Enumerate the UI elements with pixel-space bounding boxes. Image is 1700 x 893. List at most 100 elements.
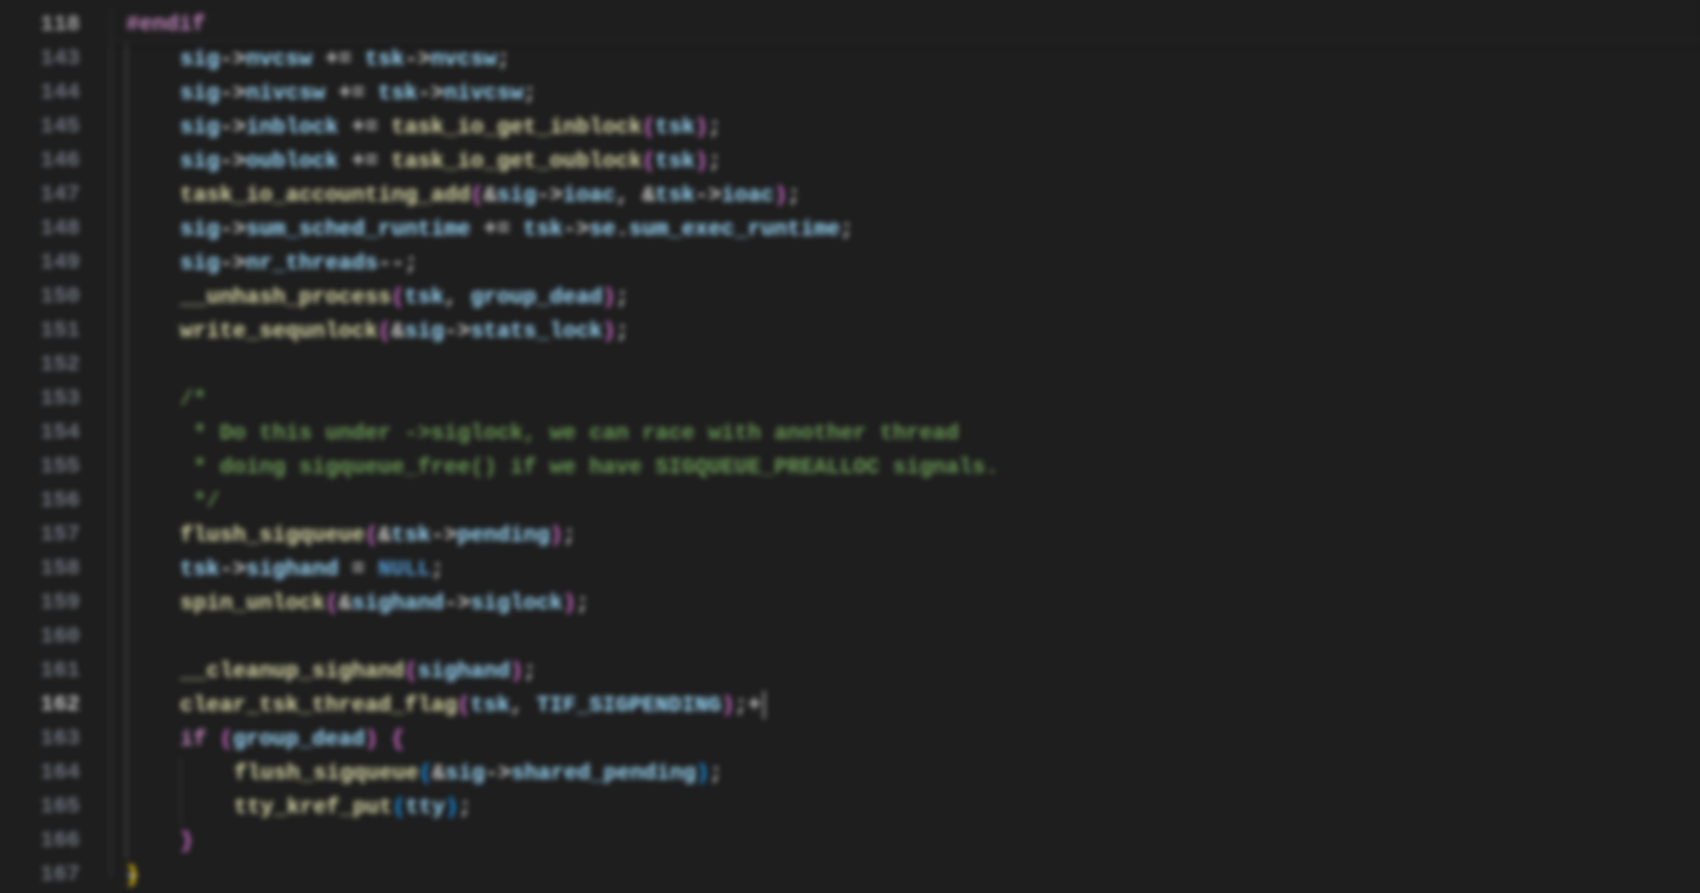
token-op: -> xyxy=(444,319,470,344)
token-op: -> xyxy=(220,81,246,106)
line-number: 149 xyxy=(0,246,80,280)
token-var: nvcsw xyxy=(431,47,497,72)
sticky-line: #endif xyxy=(126,8,1700,42)
token-var: sig xyxy=(180,251,220,276)
code-line[interactable]: sig->nivcsw += tsk->nivcsw; xyxy=(126,77,1700,111)
token-keyword: if xyxy=(180,727,206,752)
token-var: inblock xyxy=(246,115,338,140)
code-line[interactable]: } xyxy=(126,825,1700,859)
line-number: 151 xyxy=(0,314,80,348)
token-var: sig xyxy=(445,761,485,786)
token-punc: ; xyxy=(458,795,471,820)
token-op: += xyxy=(312,47,365,72)
token-op: -> xyxy=(220,251,246,276)
token-bracket2: ) xyxy=(550,523,563,548)
code-line[interactable]: sig->nvcsw += tsk->nvcsw; xyxy=(126,43,1700,77)
code-editor[interactable]: 118 143144145146147148149150151152153154… xyxy=(0,0,1700,878)
code-line[interactable]: spin_unlock(&sighand->siglock); xyxy=(126,587,1700,621)
token-var: siglock xyxy=(470,591,562,616)
token-bracket2: { xyxy=(391,727,404,752)
code-area[interactable]: #endif sig->nvcsw += tsk->nvcsw;sig->niv… xyxy=(110,8,1700,878)
token-bracket2: ( xyxy=(220,727,233,752)
line-number: 166 xyxy=(0,824,80,858)
token-var: se xyxy=(589,217,615,242)
code-line[interactable]: flush_sigqueue(&tsk->pending); xyxy=(126,519,1700,553)
line-number: 144 xyxy=(0,76,80,110)
token-punc: ; xyxy=(523,81,536,106)
sticky-scroll-header[interactable]: #endif xyxy=(112,8,1700,43)
token-op: -> xyxy=(220,557,246,582)
fold-chevron-icon[interactable]: ⌄ xyxy=(124,857,139,891)
code-line[interactable]: __cleanup_sighand(sighand); xyxy=(126,655,1700,689)
token-op: += xyxy=(325,81,378,106)
token-punc: . xyxy=(616,217,629,242)
token-punc: ;+ xyxy=(735,693,761,718)
token-func: spin_unlock xyxy=(180,591,325,616)
token-var: sig xyxy=(404,319,444,344)
token-func: flush_sigqueue xyxy=(180,523,365,548)
token-var: tsk xyxy=(365,47,405,72)
token-bracket2: ) xyxy=(563,591,576,616)
token-bracket2: ( xyxy=(642,115,655,140)
line-number: 159 xyxy=(0,586,80,620)
token-bracket2: ) xyxy=(695,115,708,140)
token-op: -> xyxy=(695,183,721,208)
code-line[interactable]: __unhash_process(tsk, group_dead); xyxy=(126,281,1700,315)
token-var: sig xyxy=(180,81,220,106)
token-var: tsk xyxy=(523,217,563,242)
line-number: 147 xyxy=(0,178,80,212)
code-line[interactable]: if (group_dead) { xyxy=(126,723,1700,757)
token-func: write_sequnlock xyxy=(180,319,378,344)
code-line[interactable]: * doing sigqueue_free() if we have SIGQU… xyxy=(126,451,1700,485)
line-number: 145 xyxy=(0,110,80,144)
token-punc: ; xyxy=(497,47,510,72)
token-var: tsk xyxy=(404,285,444,310)
token-punc: , xyxy=(510,693,536,718)
code-line[interactable]: */ xyxy=(126,485,1700,519)
token-var: sig xyxy=(180,217,220,242)
line-number: 150 xyxy=(0,280,80,314)
token-op: += xyxy=(470,217,523,242)
token-op: -> xyxy=(220,47,246,72)
token-func: clear_tsk_thread_flag xyxy=(180,693,457,718)
token-punc: ; xyxy=(840,217,853,242)
code-line[interactable]: tsk->sighand = NULL; xyxy=(126,553,1700,587)
code-line[interactable]: sig->nr_threads--; xyxy=(126,247,1700,281)
token-punc: ; xyxy=(616,319,629,344)
token-op: & xyxy=(484,183,497,208)
code-line[interactable]: flush_sigqueue(&sig->shared_pending); xyxy=(126,757,1700,791)
token-func: task_io_get_oublock xyxy=(391,149,642,174)
code-line[interactable]: sig->sum_sched_runtime += tsk->se.sum_ex… xyxy=(126,213,1700,247)
token-bracket2: ) xyxy=(695,149,708,174)
code-line[interactable]: sig->inblock += task_io_get_inblock(tsk)… xyxy=(126,111,1700,145)
token-op: & xyxy=(378,523,391,548)
code-line[interactable]: sig->oublock += task_io_get_oublock(tsk)… xyxy=(126,145,1700,179)
token-bracket2: ) xyxy=(510,659,523,684)
token-var: sighand xyxy=(246,557,338,582)
code-line[interactable]: clear_tsk_thread_flag(tsk, TIF_SIGPENDIN… xyxy=(126,689,1700,723)
token-op: -> xyxy=(431,523,457,548)
code-line[interactable]: tty_kref_put(tty); xyxy=(126,791,1700,825)
code-line[interactable]: }⌄ xyxy=(126,859,1700,893)
token-bracket2: ( xyxy=(470,183,483,208)
token-var: sighand xyxy=(352,591,444,616)
code-line[interactable]: * Do this under ->siglock, we can race w… xyxy=(126,417,1700,451)
token-func: flush_sigqueue xyxy=(234,761,419,786)
line-number: 157 xyxy=(0,518,80,552)
token-bracket2: ) xyxy=(602,285,615,310)
line-number: 148 xyxy=(0,212,80,246)
code-line[interactable]: task_io_accounting_add(&sig->ioac, &tsk-… xyxy=(126,179,1700,213)
token-var: sig xyxy=(180,47,220,72)
token-var: shared_pending xyxy=(511,761,696,786)
line-number: 160 xyxy=(0,620,80,654)
code-line[interactable]: /* xyxy=(126,383,1700,417)
code-line[interactable] xyxy=(126,621,1700,655)
token-var: tsk xyxy=(655,115,695,140)
token-op: & xyxy=(432,761,445,786)
code-line[interactable] xyxy=(126,349,1700,383)
token-punc: ; xyxy=(404,251,417,276)
line-number: 146 xyxy=(0,144,80,178)
sticky-line-number: 118 xyxy=(0,8,80,42)
text-cursor xyxy=(763,691,765,719)
code-line[interactable]: write_sequnlock(&sig->stats_lock); xyxy=(126,315,1700,349)
